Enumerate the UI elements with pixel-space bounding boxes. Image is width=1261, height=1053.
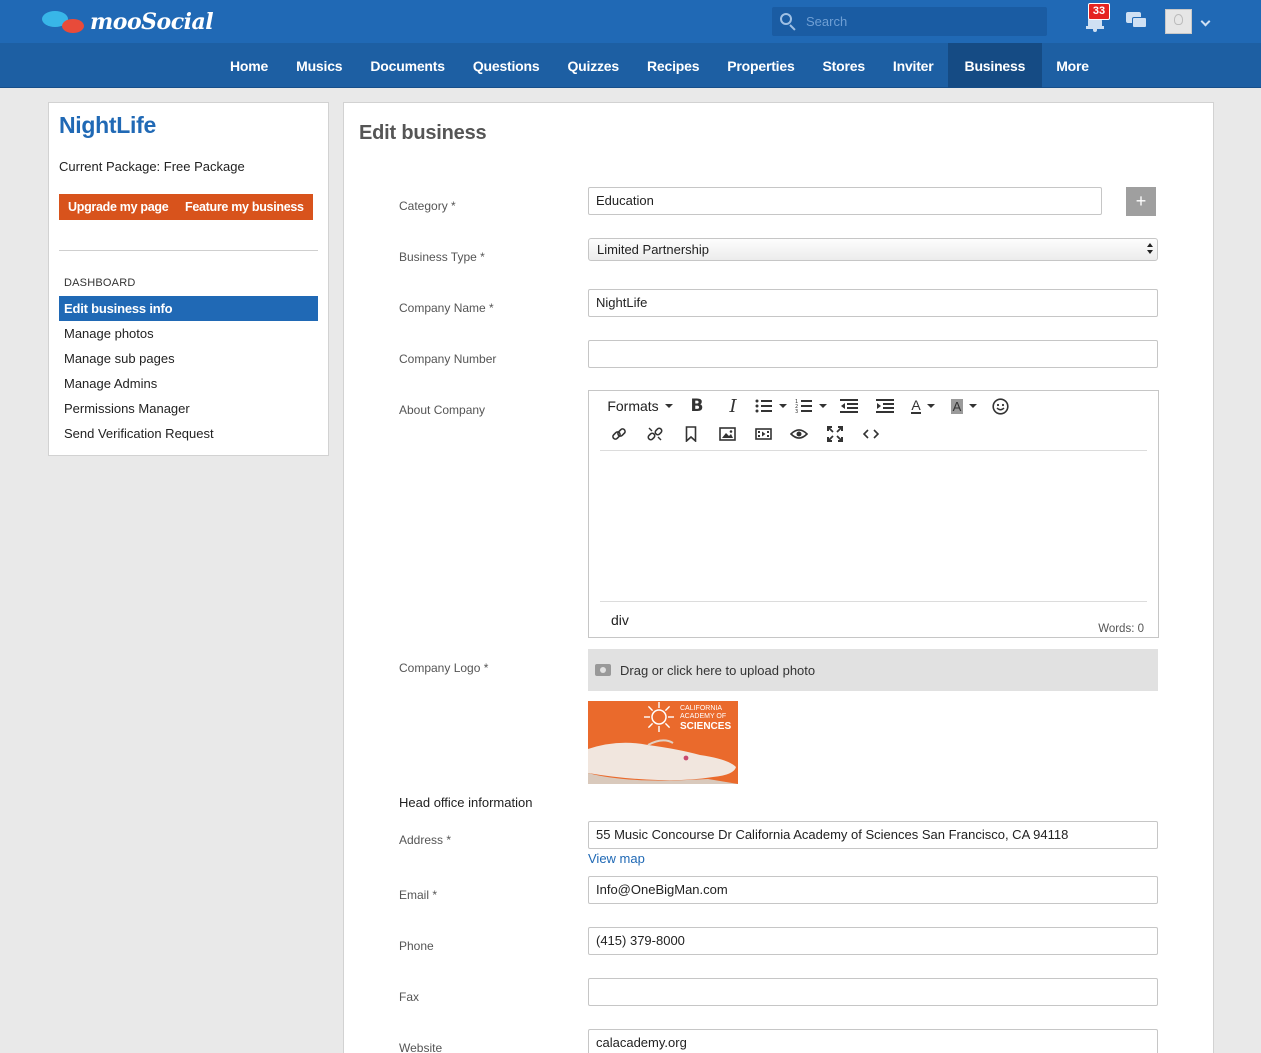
fax-label: Fax: [399, 990, 420, 1004]
italic-icon[interactable]: I: [715, 394, 751, 418]
chevron-down-icon[interactable]: [1200, 16, 1211, 27]
preview-eye-icon[interactable]: [781, 422, 817, 446]
nav-item-musics[interactable]: Musics: [282, 43, 356, 88]
category-label: Category *: [399, 199, 456, 213]
business-type-label: Business Type *: [399, 250, 485, 264]
notification-badge[interactable]: 33: [1088, 3, 1110, 20]
nav-item-recipes[interactable]: Recipes: [633, 43, 713, 88]
editor-toolbar-row-2: [601, 422, 889, 446]
fullscreen-icon[interactable]: [817, 422, 853, 446]
business-sidebar: NightLife Current Package: Free Package …: [48, 102, 329, 456]
search-box[interactable]: [772, 7, 1047, 36]
phone-field[interactable]: (415) 379-8000: [588, 927, 1158, 955]
logo-bubbles-icon: [40, 8, 86, 36]
upgrade-page-button[interactable]: Upgrade my page: [59, 194, 178, 220]
about-company-editor: Formats B I 123 A A div Words: 0: [588, 390, 1159, 638]
company-number-label: Company Number: [399, 352, 497, 366]
divider: [59, 250, 318, 251]
sidebar-item-manage-photos[interactable]: Manage photos: [59, 321, 318, 346]
logo-text: mooSocial: [90, 9, 214, 35]
formats-label: Formats: [607, 398, 659, 414]
nav-item-documents[interactable]: Documents: [356, 43, 458, 88]
numbered-list-icon[interactable]: 123: [791, 394, 831, 418]
editor-statusbar-divider: [600, 601, 1147, 602]
sidebar-item-send-verification[interactable]: Send Verification Request: [59, 421, 318, 446]
nav-item-business[interactable]: Business: [947, 43, 1043, 88]
camera-icon: [595, 664, 611, 676]
sidebar-item-permissions-manager[interactable]: Permissions Manager: [59, 396, 318, 421]
text-color-icon[interactable]: A: [903, 394, 943, 418]
upload-text: Drag or click here to upload photo: [620, 662, 816, 678]
address-field[interactable]: 55 Music Concourse Dr California Academy…: [588, 821, 1158, 849]
main-nav: Home Musics Documents Questions Quizzes …: [0, 43, 1261, 88]
sidebar-item-manage-sub-pages[interactable]: Manage sub pages: [59, 346, 318, 371]
website-field[interactable]: calacademy.org: [588, 1029, 1158, 1053]
editor-toolbar-row-1: Formats B I 123 A A: [601, 394, 1015, 418]
nav-item-more[interactable]: More: [1042, 43, 1103, 88]
fax-field[interactable]: [588, 978, 1158, 1006]
business-type-value: Limited Partnership: [597, 242, 709, 257]
unlink-icon[interactable]: [637, 422, 673, 446]
bold-icon[interactable]: B: [679, 394, 715, 418]
top-bar: mooSocial 33: [0, 0, 1261, 43]
business-name[interactable]: NightLife: [59, 112, 156, 139]
search-input[interactable]: [806, 14, 1036, 29]
logo-upload-dropzone[interactable]: Drag or click here to upload photo: [588, 649, 1158, 691]
bullet-list-icon[interactable]: [751, 394, 791, 418]
page-title: Edit business: [359, 122, 487, 144]
feature-business-button[interactable]: Feature my business: [176, 194, 313, 220]
outdent-icon[interactable]: [831, 394, 867, 418]
nav-item-home[interactable]: Home: [216, 43, 282, 88]
edit-business-panel: Edit business Category * Education + Bus…: [343, 102, 1214, 1053]
search-icon: [772, 7, 806, 36]
company-name-field[interactable]: NightLife: [588, 289, 1158, 317]
company-number-field[interactable]: [588, 340, 1158, 368]
nav-item-inviter[interactable]: Inviter: [879, 43, 948, 88]
email-field[interactable]: Info@OneBigMan.com: [588, 876, 1158, 904]
business-type-select[interactable]: Limited Partnership: [588, 238, 1158, 261]
emoticons-icon[interactable]: [985, 394, 1015, 418]
about-company-label: About Company: [399, 403, 486, 417]
head-office-title: Head office information: [399, 795, 533, 810]
svg-text:3: 3: [795, 409, 798, 414]
nav-item-questions[interactable]: Questions: [459, 43, 554, 88]
site-logo[interactable]: mooSocial: [40, 8, 214, 36]
image-icon[interactable]: [709, 422, 745, 446]
sidebar-item-edit-business-info[interactable]: Edit business info: [59, 296, 318, 321]
category-field[interactable]: Education: [588, 187, 1102, 215]
logo-image-caption: CALIFORNIA ACADEMY OF SCIENCES: [680, 705, 732, 732]
add-category-button[interactable]: +: [1126, 187, 1156, 216]
select-arrows-icon: [1147, 243, 1153, 256]
view-map-link[interactable]: View map: [588, 851, 645, 866]
formats-dropdown[interactable]: Formats: [601, 394, 679, 418]
chat-icon[interactable]: [1126, 12, 1148, 32]
dashboard-title: DASHBOARD: [64, 277, 136, 289]
website-label: Website: [399, 1041, 443, 1053]
nav-item-properties[interactable]: Properties: [713, 43, 808, 88]
avatar[interactable]: [1165, 9, 1192, 34]
indent-icon[interactable]: [867, 394, 903, 418]
editor-divider: [600, 450, 1147, 451]
sidebar-item-manage-admins[interactable]: Manage Admins: [59, 371, 318, 396]
nav-item-stores[interactable]: Stores: [809, 43, 879, 88]
dashboard-menu: Edit business info Manage photos Manage …: [59, 296, 318, 446]
bookmark-icon[interactable]: [673, 422, 709, 446]
link-icon[interactable]: [601, 422, 637, 446]
editor-word-count: Words: 0: [1098, 623, 1144, 635]
address-label: Address *: [399, 833, 452, 847]
email-label: Email *: [399, 888, 438, 902]
background-color-icon[interactable]: A: [943, 394, 985, 418]
media-icon[interactable]: [745, 422, 781, 446]
editor-element-path[interactable]: div: [611, 612, 629, 628]
nav-item-quizzes[interactable]: Quizzes: [553, 43, 633, 88]
company-logo-label: Company Logo *: [399, 661, 489, 675]
company-logo-image: CALIFORNIA ACADEMY OF SCIENCES: [588, 701, 738, 784]
company-name-label: Company Name *: [399, 301, 494, 315]
phone-label: Phone: [399, 939, 434, 953]
current-package: Current Package: Free Package: [59, 159, 245, 174]
source-code-icon[interactable]: [853, 422, 889, 446]
